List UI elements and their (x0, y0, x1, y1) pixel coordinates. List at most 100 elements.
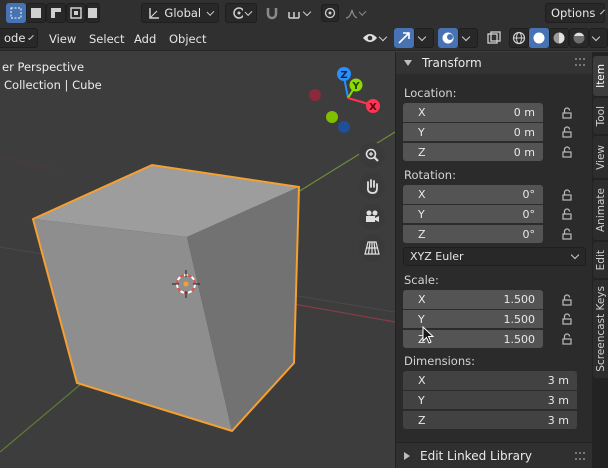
tab-screencast-keys[interactable]: Screencast Keys (593, 280, 608, 378)
overlays-toggle-button[interactable] (438, 28, 458, 48)
snap-increment-icon (288, 12, 300, 19)
lock-icon[interactable] (561, 294, 573, 306)
location-x-field[interactable]: X 0 m (403, 103, 543, 122)
sidebar-tabs: Item Tool View Animate Edit Screencast K… (592, 52, 608, 468)
chevron-down-icon (591, 32, 601, 41)
select-box-mode-button[interactable] (6, 3, 26, 23)
gizmo-toggle-button[interactable] (394, 28, 414, 48)
collapse-triangle-icon (404, 60, 412, 66)
pivot-point-dropdown[interactable] (225, 3, 257, 23)
axis-label: Z (418, 227, 426, 241)
lock-icon[interactable] (561, 189, 573, 201)
navigation-gizmo[interactable]: Z Y X (304, 64, 384, 144)
field-value: 3 m (547, 413, 569, 427)
shading-solid-button[interactable] (529, 28, 549, 48)
rotation-mode-dropdown[interactable]: XYZ Euler (403, 247, 586, 266)
chevron-down-icon (244, 7, 253, 16)
select-invert-button[interactable] (66, 3, 86, 23)
xray-toggle-button[interactable] (484, 28, 504, 48)
perspective-toggle-button[interactable] (359, 235, 385, 261)
shading-wireframe-button[interactable] (509, 28, 529, 48)
gizmo-options-dropdown[interactable] (414, 28, 434, 48)
edit-linked-library-panel-header[interactable]: Edit Linked Library (396, 442, 593, 468)
menu-object[interactable]: Object (163, 30, 212, 48)
options-dropdown[interactable]: Options (545, 3, 606, 23)
rotation-x-field[interactable]: X 0° (403, 185, 543, 204)
dimensions-z-field[interactable]: Z 3 m (403, 410, 577, 429)
lock-icon[interactable] (561, 228, 573, 240)
grid-perspective-icon (364, 241, 380, 255)
3d-viewport[interactable]: er Perspective Collection | Cube Z Y X (0, 52, 395, 468)
transform-orientation-dropdown[interactable]: Global (141, 3, 219, 23)
chevron-down-icon (358, 7, 367, 16)
chevron-down-icon (378, 32, 388, 41)
lock-icon[interactable] (561, 208, 573, 220)
tab-edit[interactable]: Edit (593, 242, 608, 278)
location-y-field[interactable]: Y 0 m (403, 122, 543, 141)
mode-dropdown[interactable]: ode (0, 28, 38, 48)
tab-animate[interactable]: Animate (593, 180, 608, 240)
dimensions-x-field[interactable]: X 3 m (403, 371, 577, 390)
select-invert-icon (70, 7, 82, 19)
proportional-falloff-dropdown[interactable] (340, 3, 370, 23)
select-extend-icon (31, 8, 41, 18)
field-value: 1.500 (503, 312, 536, 326)
lock-icon[interactable] (561, 126, 573, 138)
select-intersect-button[interactable] (86, 3, 100, 23)
shading-material-button[interactable] (549, 28, 569, 48)
field-value: 0° (522, 188, 536, 201)
rotation-z-field[interactable]: Z 0° (403, 224, 543, 243)
lock-icon[interactable] (561, 313, 573, 325)
field-value: 0° (522, 227, 536, 241)
select-subtract-icon (51, 8, 61, 18)
axis-label: Y (418, 207, 425, 221)
menu-view[interactable]: View (43, 30, 82, 48)
rotation-mode-label: XYZ Euler (410, 250, 464, 263)
tab-view[interactable]: View (593, 136, 608, 178)
shading-rendered-button[interactable] (569, 28, 589, 48)
field-value: 0 m (513, 125, 535, 139)
edit-linked-library-title: Edit Linked Library (420, 448, 532, 463)
overlays-options-dropdown[interactable] (458, 28, 478, 48)
select-extend-button[interactable] (26, 3, 46, 23)
proportional-editing-button[interactable] (321, 4, 339, 22)
location-z-field[interactable]: Z 0 m (403, 142, 543, 161)
zoom-view-button[interactable] (359, 142, 385, 168)
dimensions-y-field[interactable]: Y 3 m (403, 390, 577, 409)
solid-sphere-icon (533, 32, 545, 44)
drag-handle-icon[interactable] (575, 452, 585, 460)
lock-icon[interactable] (561, 333, 573, 345)
menu-add[interactable]: Add (128, 30, 162, 48)
axis-label: Z (418, 145, 426, 159)
transform-orientation-label: Global (164, 6, 202, 20)
zoom-icon (365, 148, 379, 162)
rotation-label: Rotation: (404, 168, 456, 182)
falloff-curve-icon (345, 9, 357, 19)
options-label: Options (551, 6, 596, 20)
snap-target-dropdown[interactable] (282, 3, 316, 23)
tab-tool[interactable]: Tool (593, 98, 608, 134)
menu-select[interactable]: Select (83, 30, 130, 48)
scale-x-field[interactable]: X 1.500 (403, 290, 543, 309)
lock-icon[interactable] (561, 107, 573, 119)
field-value: 0° (522, 207, 536, 221)
material-sphere-icon (553, 32, 565, 44)
tab-item[interactable]: Item (593, 56, 608, 96)
drag-handle-icon[interactable] (575, 58, 585, 66)
transform-panel-header[interactable]: Transform (396, 52, 593, 74)
top-header: Global Options (0, 0, 608, 27)
select-box-icon (10, 7, 22, 19)
select-intersect-icon (88, 8, 97, 18)
select-subtract-button[interactable] (46, 3, 66, 23)
pivot-icon (233, 7, 244, 19)
camera-view-button[interactable] (359, 204, 385, 230)
shading-options-dropdown[interactable] (589, 28, 608, 48)
collection-path: Collection | Cube (4, 78, 102, 92)
object-visibility-dropdown[interactable] (357, 28, 391, 48)
snap-toggle-button[interactable] (262, 3, 282, 23)
pan-view-button[interactable] (359, 173, 385, 199)
xray-icon (487, 31, 501, 44)
lock-icon[interactable] (561, 146, 573, 158)
rotation-y-field[interactable]: Y 0° (403, 204, 543, 223)
field-value: 1.500 (503, 293, 536, 306)
